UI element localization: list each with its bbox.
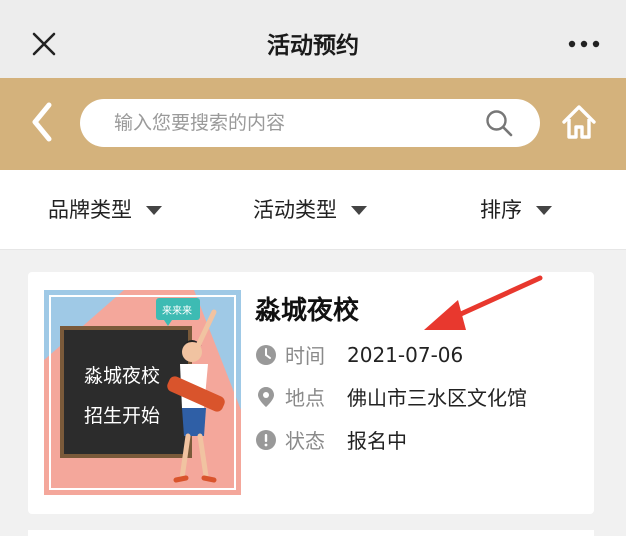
activity-time-row: 时间 2021-07-06 [255,340,463,369]
caret-down-icon [351,205,367,215]
exclamation-circle-icon [256,429,276,450]
filter-label: 品牌类型 [48,198,132,222]
filter-bar: 品牌类型 活动类型 排序 [0,170,626,250]
board-text-2: 招生开始 [84,405,160,427]
search-bar [0,78,626,170]
status-label: 状态 [285,429,325,453]
home-icon[interactable] [560,102,598,142]
clock-icon [256,344,276,365]
activity-card[interactable]: 淼城夜校 招生开始 来来来 淼城夜校 时间 2021-07-06 地点 佛山市三… [28,272,594,514]
next-activity-card[interactable] [28,530,594,536]
page-title: 活动预约 [267,33,359,59]
location-pin-icon [258,386,274,407]
caret-down-icon [146,205,162,215]
place-label: 地点 [285,386,325,410]
activity-status-row: 状态 报名中 [255,425,407,454]
more-icon[interactable] [564,29,604,59]
time-value: 2021-07-06 [347,342,464,367]
bubble-text: 来来来 [162,305,192,317]
activity-illustration: 淼城夜校 招生开始 来来来 [44,290,241,495]
place-value: 佛山市三水区文化馆 [347,386,527,410]
search-input[interactable] [80,99,540,147]
filter-label: 排序 [480,198,522,222]
activity-place-row: 地点 佛山市三水区文化馆 [255,382,527,411]
status-value: 报名中 [347,429,407,453]
filter-sort[interactable]: 排序 [480,194,552,224]
filter-activity-type[interactable]: 活动类型 [253,194,367,224]
title-bar: 活动预约 [0,0,626,78]
activity-title: 淼城夜校 [255,296,360,326]
search-icon[interactable] [484,108,514,138]
caret-down-icon [536,205,552,215]
filter-label: 活动类型 [253,198,337,222]
chevron-left-icon[interactable] [25,99,59,145]
activity-thumbnail: 淼城夜校 招生开始 来来来 [44,290,241,495]
filter-brand-type[interactable]: 品牌类型 [48,194,162,224]
board-text-1: 淼城夜校 [84,365,160,387]
time-label: 时间 [285,344,325,368]
